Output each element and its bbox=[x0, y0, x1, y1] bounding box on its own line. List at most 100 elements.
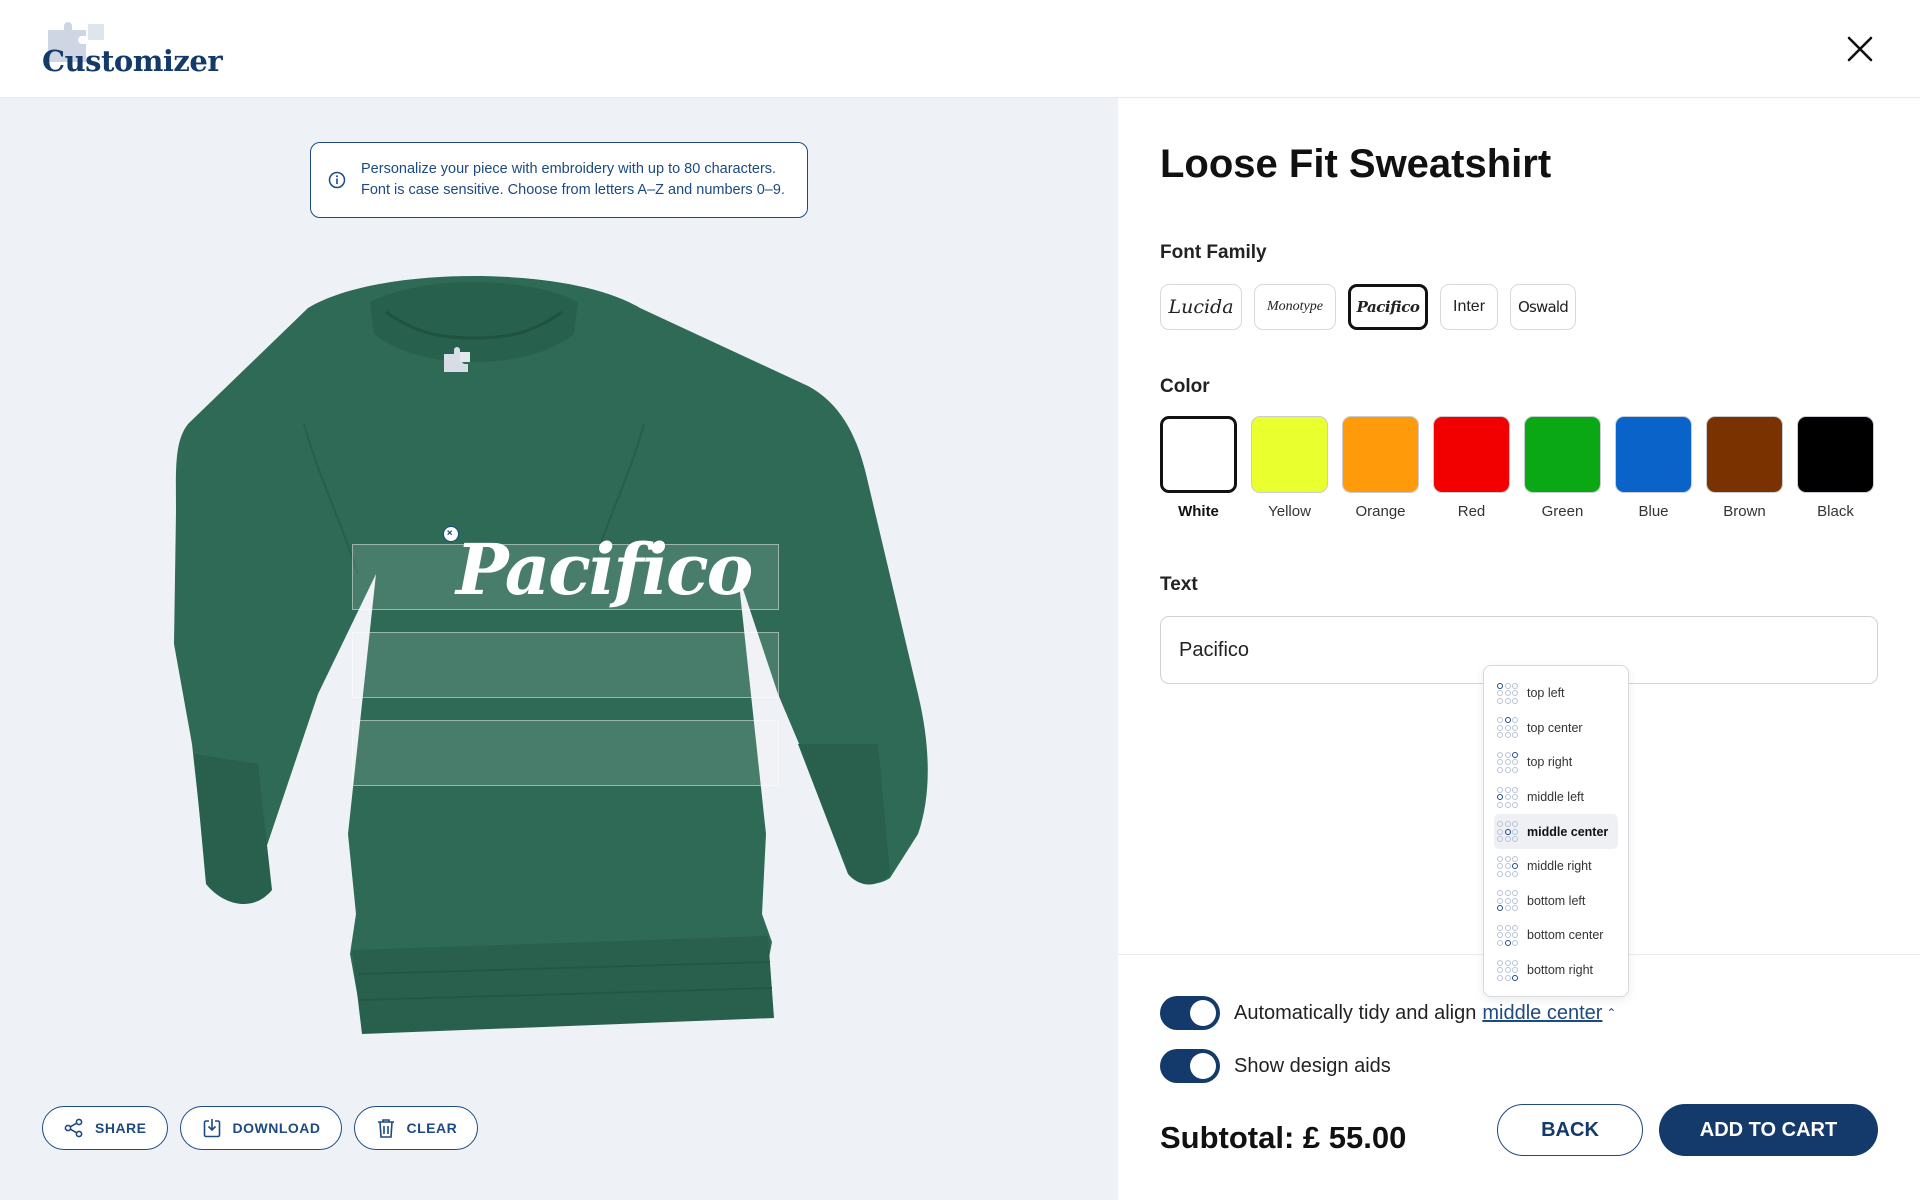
alignment-option-label: top right bbox=[1527, 755, 1573, 770]
tidy-align-label: Automatically tidy and align bbox=[1234, 1001, 1477, 1024]
alignment-dropdown-trigger[interactable]: middle center ⌃ bbox=[1482, 1002, 1616, 1025]
color-option-yellow[interactable]: Yellow bbox=[1251, 416, 1328, 520]
swatch bbox=[1797, 416, 1874, 493]
chevron-up-icon: ⌃ bbox=[1606, 1006, 1617, 1021]
swatch bbox=[1615, 416, 1692, 493]
font-option-pacifico[interactable]: Pacifico bbox=[1348, 284, 1428, 330]
font-family-options: Lucida Monotype Pacifico Inter Oswald bbox=[1160, 284, 1576, 330]
color-options: White Yellow Orange Red Green Blue Brown bbox=[1160, 416, 1874, 520]
logo-text: Customizer bbox=[42, 44, 223, 78]
design-aids-label: Show design aids bbox=[1234, 1054, 1391, 1077]
color-option-red[interactable]: Red bbox=[1433, 416, 1510, 520]
alignment-grid-icon bbox=[1497, 751, 1518, 773]
alignment-option-middle-center[interactable]: middle center bbox=[1494, 814, 1618, 849]
swatch-label: Red bbox=[1457, 503, 1486, 520]
alignment-option-middle-right[interactable]: middle right bbox=[1494, 849, 1618, 884]
swatch-label: Blue bbox=[1638, 503, 1669, 520]
alignment-grid-icon bbox=[1497, 821, 1518, 843]
alignment-value-link[interactable]: middle center bbox=[1482, 1002, 1602, 1024]
download-label: DOWNLOAD bbox=[232, 1120, 321, 1136]
color-option-white[interactable]: White bbox=[1160, 416, 1237, 520]
tidy-align-row: Automatically tidy and align middle cent… bbox=[1160, 996, 1616, 1030]
tidy-align-toggle[interactable] bbox=[1160, 996, 1220, 1030]
info-icon bbox=[328, 171, 346, 189]
alignment-option-bottom-center[interactable]: bottom center bbox=[1494, 918, 1618, 953]
embroidery-text[interactable]: Pacifico bbox=[456, 528, 753, 611]
color-option-blue[interactable]: Blue bbox=[1615, 416, 1692, 520]
share-label: SHARE bbox=[95, 1120, 147, 1136]
color-option-brown[interactable]: Brown bbox=[1706, 416, 1783, 520]
close-button[interactable] bbox=[1840, 29, 1880, 69]
alignment-grid-icon bbox=[1497, 924, 1518, 946]
share-button[interactable]: SHARE bbox=[42, 1106, 168, 1150]
color-option-black[interactable]: Black bbox=[1797, 416, 1874, 520]
alignment-option-label: bottom center bbox=[1527, 928, 1604, 943]
preview-actions: SHARE DOWNLOAD CLEAR bbox=[42, 1106, 479, 1150]
alignment-option-label: middle left bbox=[1527, 790, 1584, 805]
alignment-option-top-right[interactable]: top right bbox=[1494, 745, 1618, 780]
clear-label: CLEAR bbox=[406, 1120, 458, 1136]
alignment-option-top-left[interactable]: top left bbox=[1494, 676, 1618, 711]
info-text: Personalize your piece with embroidery w… bbox=[361, 159, 785, 201]
add-to-cart-button[interactable]: ADD TO CART bbox=[1659, 1104, 1878, 1156]
alignment-option-top-center[interactable]: top center bbox=[1494, 711, 1618, 746]
subtotal: Subtotal: £ 55.00 bbox=[1160, 1120, 1407, 1155]
download-button[interactable]: DOWNLOAD bbox=[179, 1106, 342, 1150]
swatch bbox=[1524, 416, 1601, 493]
close-icon bbox=[1847, 36, 1873, 62]
app-header: Customizer bbox=[0, 0, 1920, 98]
alignment-dropdown: top left top center top right middle left mi… bbox=[1483, 665, 1629, 997]
swatch-label: Brown bbox=[1723, 503, 1766, 520]
swatch-label: Green bbox=[1541, 503, 1584, 520]
design-aids-toggle[interactable] bbox=[1160, 1049, 1220, 1083]
swatch-label: Orange bbox=[1355, 503, 1406, 520]
swatch-label: White bbox=[1178, 503, 1219, 520]
logo[interactable]: Customizer bbox=[42, 22, 262, 82]
swatch-label: Yellow bbox=[1268, 503, 1311, 520]
info-line-2: Font is case sensitive. Choose from lett… bbox=[361, 182, 785, 198]
font-option-inter[interactable]: Inter bbox=[1440, 284, 1498, 330]
alignment-grid-icon bbox=[1497, 855, 1518, 877]
alignment-option-label: middle center bbox=[1527, 824, 1609, 839]
design-area-bottom[interactable] bbox=[352, 720, 779, 786]
font-family-label: Font Family bbox=[1160, 242, 1267, 263]
font-option-lucida[interactable]: Lucida bbox=[1160, 284, 1242, 330]
share-icon bbox=[64, 1118, 83, 1138]
color-label: Color bbox=[1160, 376, 1210, 397]
clear-button[interactable]: CLEAR bbox=[353, 1106, 479, 1150]
font-option-monotype[interactable]: Monotype bbox=[1254, 284, 1336, 330]
swatch-label: Black bbox=[1817, 503, 1854, 520]
design-area-middle[interactable] bbox=[352, 632, 779, 698]
alignment-option-bottom-right[interactable]: bottom right bbox=[1494, 953, 1618, 988]
info-line-1: Personalize your piece with embroidery w… bbox=[361, 161, 777, 177]
alignment-option-middle-left[interactable]: middle left bbox=[1494, 780, 1618, 815]
alignment-option-label: top center bbox=[1527, 720, 1583, 735]
alignment-grid-icon bbox=[1497, 959, 1518, 981]
color-option-orange[interactable]: Orange bbox=[1342, 416, 1419, 520]
swatch bbox=[1433, 416, 1510, 493]
alignment-grid-icon bbox=[1497, 717, 1518, 739]
info-banner: Personalize your piece with embroidery w… bbox=[310, 142, 808, 218]
swatch bbox=[1706, 416, 1783, 493]
alignment-option-label: middle right bbox=[1527, 859, 1592, 874]
back-button[interactable]: BACK bbox=[1497, 1104, 1643, 1156]
font-option-oswald[interactable]: Oswald bbox=[1510, 284, 1576, 330]
design-aids-row: Show design aids bbox=[1160, 1049, 1391, 1083]
alignment-grid-icon bbox=[1497, 890, 1518, 912]
customizer-panel: Loose Fit Sweatshirt Font Family Lucida … bbox=[1118, 98, 1920, 1200]
download-icon bbox=[203, 1119, 220, 1138]
text-label: Text bbox=[1160, 574, 1198, 595]
alignment-option-bottom-left[interactable]: bottom left bbox=[1494, 884, 1618, 919]
alignment-option-label: bottom right bbox=[1527, 963, 1594, 978]
alignment-option-label: top left bbox=[1527, 686, 1565, 701]
trash-icon bbox=[377, 1119, 394, 1138]
swatch bbox=[1160, 416, 1237, 493]
alignment-option-label: bottom left bbox=[1527, 893, 1586, 908]
alignment-grid-icon bbox=[1497, 682, 1518, 704]
product-title: Loose Fit Sweatshirt bbox=[1160, 142, 1552, 186]
color-option-green[interactable]: Green bbox=[1524, 416, 1601, 520]
preview-area: Personalize your piece with embroidery w… bbox=[0, 98, 1118, 1200]
alignment-grid-icon bbox=[1497, 786, 1518, 808]
swatch bbox=[1251, 416, 1328, 493]
swatch bbox=[1342, 416, 1419, 493]
